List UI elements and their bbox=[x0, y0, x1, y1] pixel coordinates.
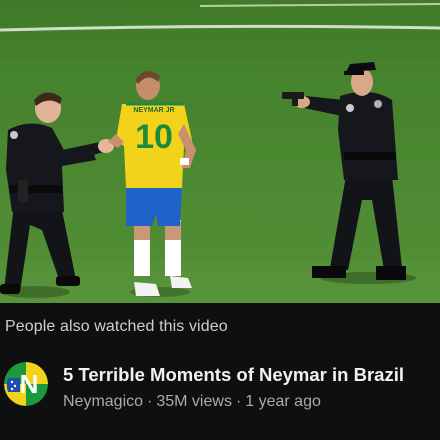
view-count: 35M views bbox=[156, 393, 232, 410]
channel-logo: N bbox=[4, 362, 48, 406]
channel-avatar[interactable]: N bbox=[4, 362, 48, 406]
jersey-number: 10 bbox=[135, 118, 173, 156]
section-header: People also watched this video bbox=[5, 318, 228, 335]
channel-name[interactable]: Neymagico bbox=[63, 393, 143, 410]
jersey-name: NEYMAR JR bbox=[133, 107, 174, 114]
meta-separator: · bbox=[235, 393, 242, 410]
video-title[interactable]: 5 Terrible Moments of Neymar in Brazil bbox=[63, 364, 404, 386]
video-metadata: Neymagico · 35M views · 1 year ago bbox=[63, 393, 321, 411]
upload-age: 1 year ago bbox=[245, 393, 321, 410]
thumbnail-image: NEYMAR JR 10 bbox=[0, 0, 440, 303]
avatar-letter: N bbox=[20, 369, 39, 399]
meta-separator: · bbox=[147, 393, 153, 410]
video-thumbnail[interactable]: NEYMAR JR 10 bbox=[0, 0, 440, 303]
recommended-video-item[interactable]: N 5 Terrible Moments of Neymar in Brazil… bbox=[0, 352, 440, 432]
